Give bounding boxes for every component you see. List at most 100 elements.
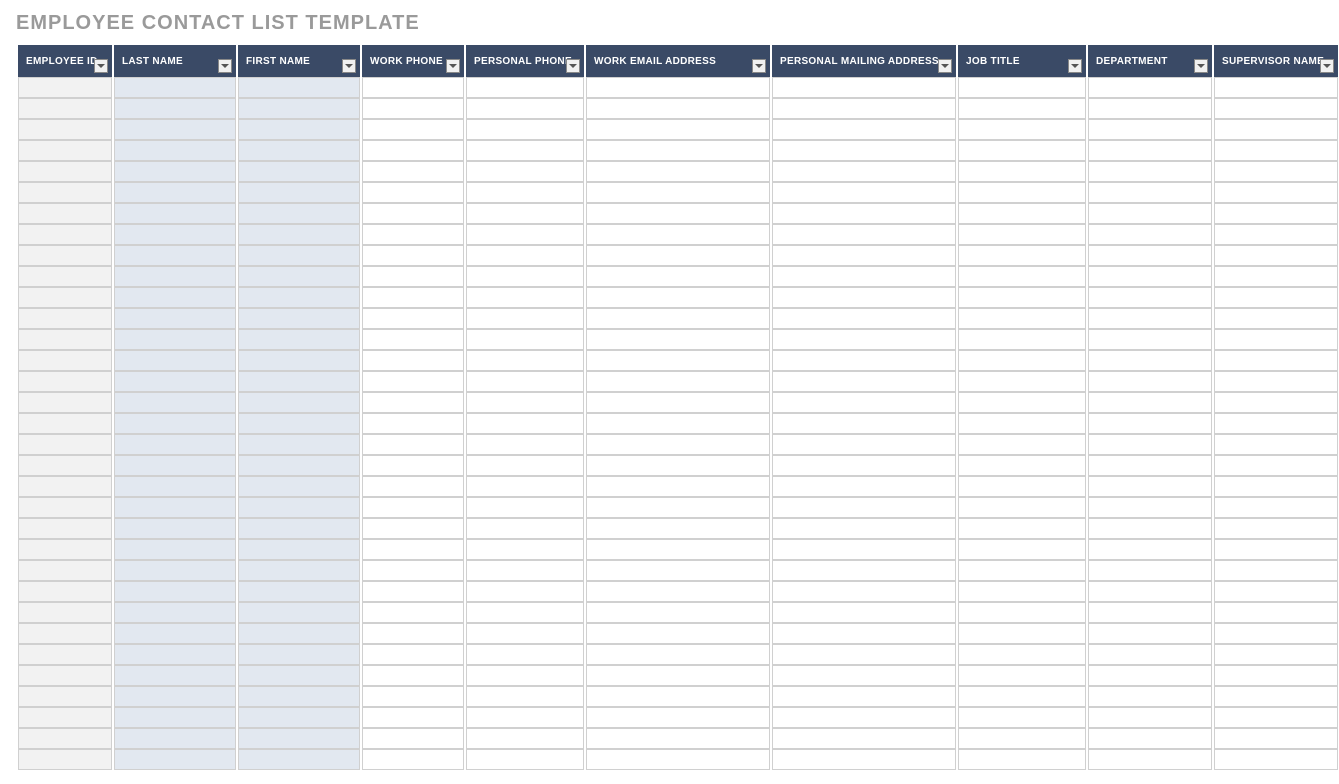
table-cell[interactable] xyxy=(958,392,1086,413)
table-cell[interactable] xyxy=(466,182,584,203)
table-cell[interactable] xyxy=(238,434,360,455)
table-cell[interactable] xyxy=(586,602,770,623)
table-cell[interactable] xyxy=(586,728,770,749)
table-cell[interactable] xyxy=(772,413,956,434)
table-cell[interactable] xyxy=(772,350,956,371)
table-cell[interactable] xyxy=(18,623,112,644)
table-cell[interactable] xyxy=(114,539,236,560)
table-cell[interactable] xyxy=(114,413,236,434)
table-cell[interactable] xyxy=(362,371,464,392)
table-cell[interactable] xyxy=(1088,98,1212,119)
table-cell[interactable] xyxy=(586,224,770,245)
table-cell[interactable] xyxy=(238,623,360,644)
table-cell[interactable] xyxy=(362,203,464,224)
table-cell[interactable] xyxy=(238,560,360,581)
table-cell[interactable] xyxy=(114,581,236,602)
table-cell[interactable] xyxy=(772,665,956,686)
table-cell[interactable] xyxy=(772,539,956,560)
table-cell[interactable] xyxy=(772,245,956,266)
table-cell[interactable] xyxy=(114,749,236,770)
table-cell[interactable] xyxy=(958,329,1086,350)
table-cell[interactable] xyxy=(1214,161,1338,182)
table-cell[interactable] xyxy=(958,749,1086,770)
table-cell[interactable] xyxy=(772,392,956,413)
table-cell[interactable] xyxy=(1214,266,1338,287)
table-cell[interactable] xyxy=(958,476,1086,497)
table-cell[interactable] xyxy=(238,308,360,329)
table-cell[interactable] xyxy=(18,665,112,686)
table-cell[interactable] xyxy=(238,644,360,665)
table-cell[interactable] xyxy=(18,308,112,329)
table-cell[interactable] xyxy=(772,119,956,140)
table-cell[interactable] xyxy=(466,98,584,119)
table-cell[interactable] xyxy=(772,749,956,770)
table-cell[interactable] xyxy=(114,665,236,686)
table-cell[interactable] xyxy=(1214,119,1338,140)
table-cell[interactable] xyxy=(958,371,1086,392)
table-cell[interactable] xyxy=(1088,665,1212,686)
filter-dropdown-icon[interactable] xyxy=(1320,59,1334,73)
table-cell[interactable] xyxy=(772,287,956,308)
table-cell[interactable] xyxy=(772,686,956,707)
table-cell[interactable] xyxy=(466,707,584,728)
table-cell[interactable] xyxy=(466,413,584,434)
table-cell[interactable] xyxy=(958,245,1086,266)
filter-dropdown-icon[interactable] xyxy=(446,59,460,73)
table-cell[interactable] xyxy=(1088,266,1212,287)
table-cell[interactable] xyxy=(1088,518,1212,539)
table-cell[interactable] xyxy=(772,518,956,539)
table-cell[interactable] xyxy=(958,182,1086,203)
table-cell[interactable] xyxy=(958,560,1086,581)
table-cell[interactable] xyxy=(114,203,236,224)
table-cell[interactable] xyxy=(1214,182,1338,203)
table-cell[interactable] xyxy=(466,497,584,518)
table-cell[interactable] xyxy=(958,623,1086,644)
table-cell[interactable] xyxy=(586,77,770,98)
table-cell[interactable] xyxy=(772,203,956,224)
table-cell[interactable] xyxy=(1214,749,1338,770)
table-cell[interactable] xyxy=(772,98,956,119)
table-cell[interactable] xyxy=(238,119,360,140)
table-cell[interactable] xyxy=(362,77,464,98)
table-cell[interactable] xyxy=(114,728,236,749)
table-cell[interactable] xyxy=(1088,413,1212,434)
table-cell[interactable] xyxy=(362,161,464,182)
table-cell[interactable] xyxy=(114,98,236,119)
table-cell[interactable] xyxy=(238,182,360,203)
table-cell[interactable] xyxy=(466,161,584,182)
filter-dropdown-icon[interactable] xyxy=(94,59,108,73)
table-cell[interactable] xyxy=(1088,350,1212,371)
table-cell[interactable] xyxy=(1214,539,1338,560)
table-cell[interactable] xyxy=(362,392,464,413)
table-cell[interactable] xyxy=(362,644,464,665)
table-cell[interactable] xyxy=(772,707,956,728)
table-cell[interactable] xyxy=(772,308,956,329)
table-cell[interactable] xyxy=(1088,434,1212,455)
filter-dropdown-icon[interactable] xyxy=(752,59,766,73)
table-cell[interactable] xyxy=(114,455,236,476)
table-cell[interactable] xyxy=(1214,644,1338,665)
table-cell[interactable] xyxy=(772,140,956,161)
table-cell[interactable] xyxy=(586,497,770,518)
table-cell[interactable] xyxy=(18,161,112,182)
table-cell[interactable] xyxy=(18,455,112,476)
table-cell[interactable] xyxy=(958,602,1086,623)
table-cell[interactable] xyxy=(362,98,464,119)
table-cell[interactable] xyxy=(1088,539,1212,560)
table-cell[interactable] xyxy=(586,245,770,266)
table-cell[interactable] xyxy=(772,560,956,581)
table-cell[interactable] xyxy=(1214,455,1338,476)
filter-dropdown-icon[interactable] xyxy=(1194,59,1208,73)
table-cell[interactable] xyxy=(772,455,956,476)
table-cell[interactable] xyxy=(114,518,236,539)
table-cell[interactable] xyxy=(114,644,236,665)
table-cell[interactable] xyxy=(18,707,112,728)
table-cell[interactable] xyxy=(18,581,112,602)
table-cell[interactable] xyxy=(586,581,770,602)
table-cell[interactable] xyxy=(18,140,112,161)
table-cell[interactable] xyxy=(362,707,464,728)
table-cell[interactable] xyxy=(586,203,770,224)
table-cell[interactable] xyxy=(114,140,236,161)
table-cell[interactable] xyxy=(1088,749,1212,770)
table-cell[interactable] xyxy=(1214,518,1338,539)
